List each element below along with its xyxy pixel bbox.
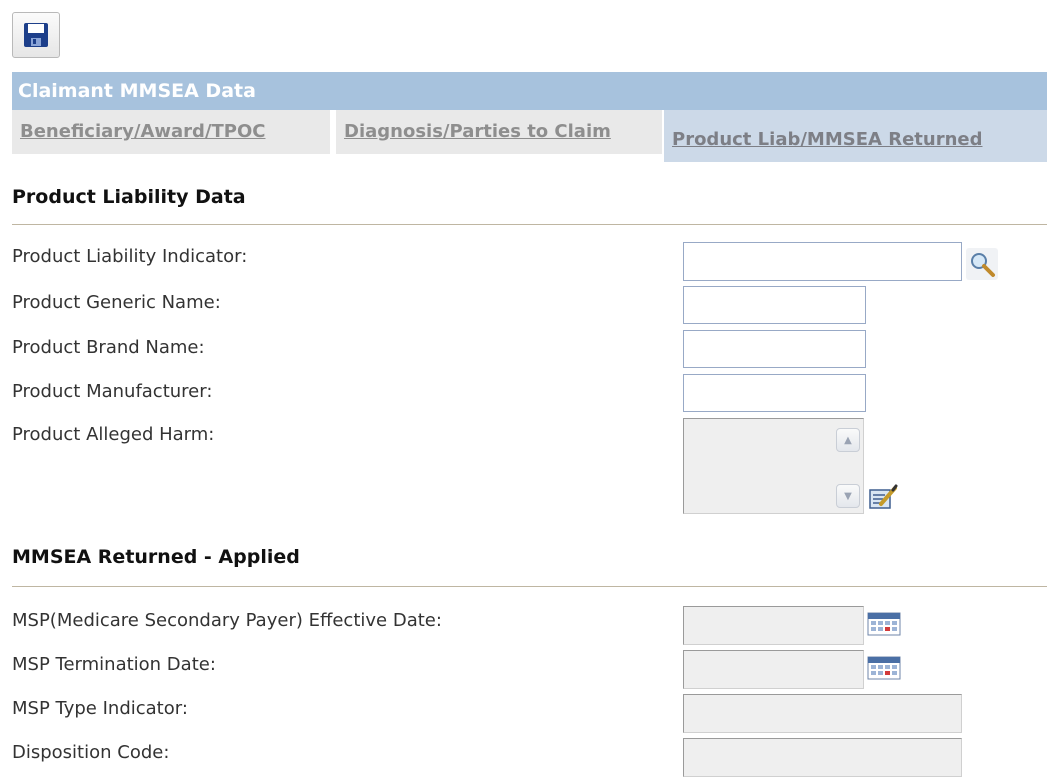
mmsea-returned-heading: MMSEA Returned - Applied: [12, 546, 1047, 587]
msp-type-indicator-label: MSP Type Indicator:: [12, 698, 188, 719]
product-manufacturer-input[interactable]: [683, 374, 866, 412]
msp-termination-date-calendar-button[interactable]: [867, 656, 901, 684]
product-liability-heading: Product Liability Data: [12, 186, 1047, 225]
product-alleged-harm-label: Product Alleged Harm:: [12, 424, 215, 445]
edit-notes-icon: [869, 484, 898, 509]
tab-bar: Beneficiary/Award/TPOC Diagnosis/Parties…: [12, 110, 1047, 162]
msp-effective-date-label: MSP(Medicare Secondary Payer) Effective …: [12, 610, 442, 631]
msp-effective-date-calendar-button[interactable]: [867, 612, 901, 640]
product-liability-indicator-input[interactable]: [683, 242, 962, 281]
msp-type-indicator-input[interactable]: [683, 694, 962, 733]
product-brand-name-label: Product Brand Name:: [12, 337, 205, 358]
msp-termination-date-input[interactable]: [683, 650, 864, 689]
product-brand-name-input[interactable]: [683, 330, 866, 368]
tab-beneficiary-award-tpoc[interactable]: Beneficiary/Award/TPOC: [12, 110, 330, 154]
scroll-down-button[interactable]: ▼: [836, 484, 860, 508]
product-liability-lookup-button[interactable]: [966, 248, 998, 284]
calendar-icon: [867, 656, 901, 680]
product-liability-indicator-label: Product Liability Indicator:: [12, 246, 248, 267]
calendar-icon: [867, 612, 901, 636]
product-generic-name-label: Product Generic Name:: [12, 292, 221, 313]
scroll-up-button[interactable]: ▲: [836, 428, 860, 452]
search-icon: [966, 248, 998, 280]
disposition-code-input[interactable]: [683, 738, 962, 777]
save-floppy-icon: [24, 23, 48, 47]
msp-effective-date-input[interactable]: [683, 606, 864, 645]
msp-termination-date-label: MSP Termination Date:: [12, 654, 216, 675]
product-generic-name-input[interactable]: [683, 286, 866, 324]
edit-notes-button[interactable]: [868, 484, 898, 514]
tab-product-liab-mmsea-returned[interactable]: Product Liab/MMSEA Returned: [664, 110, 1047, 162]
save-button[interactable]: [12, 12, 60, 58]
tab-diagnosis-parties-to-claim[interactable]: Diagnosis/Parties to Claim: [336, 110, 662, 154]
section-header: Claimant MMSEA Data: [12, 72, 1047, 110]
disposition-code-label: Disposition Code:: [12, 742, 170, 763]
toolbar: [12, 12, 60, 58]
product-manufacturer-label: Product Manufacturer:: [12, 381, 213, 402]
